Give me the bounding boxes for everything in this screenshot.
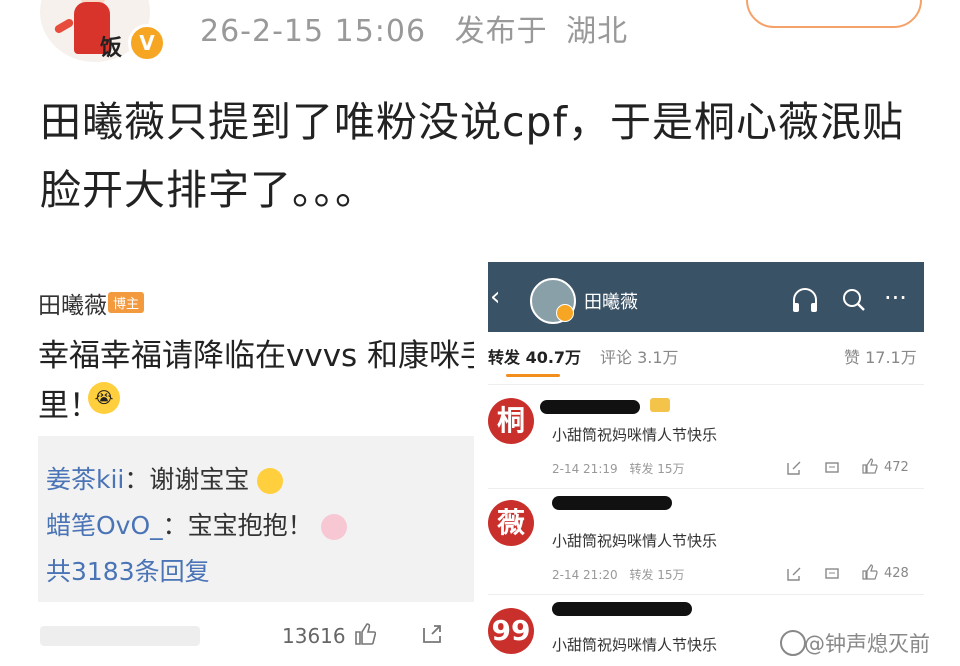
share-icon[interactable] (786, 566, 802, 582)
post-text: 田曦薇只提到了唯粉没说cpf，于是桐心薇泯贴脸开大排字了。。。 (40, 98, 904, 214)
thumbs-up-icon[interactable] (862, 564, 878, 580)
active-tab-indicator (506, 374, 560, 377)
blurred-username (552, 496, 672, 510)
tab-repost[interactable]: 转发 40.7万 (488, 344, 581, 368)
comment-text: 小甜筒祝妈咪情人节快乐 (552, 636, 718, 654)
avatar-caption: 饭 (100, 36, 123, 61)
comment-text-line1: 幸福幸福请降临在vvvs 和康咪手 (38, 338, 474, 374)
crying-emoji-icon: 😭 (88, 382, 120, 414)
thumbs-up-icon[interactable] (354, 622, 376, 646)
comment-repost-count: 转发 15万 (629, 568, 685, 582)
comment-icon[interactable] (824, 566, 840, 582)
listen-icon[interactable] (790, 286, 820, 314)
location-prefix: 发布于 (454, 14, 548, 49)
divider (488, 488, 924, 489)
post-meta: 26-2-15 15:06 发布于 湖北 (200, 6, 628, 50)
tab-likes[interactable]: 赞 17.1万 (844, 344, 917, 368)
author-tag-badge: 博主 (108, 292, 145, 313)
blurred-username (552, 602, 692, 616)
post-location: 湖北 (566, 14, 629, 49)
reply-nick[interactable]: 姜茶kii (46, 465, 124, 494)
blurred-footer-text (40, 626, 200, 646)
comment-avatar[interactable]: 桐 (488, 398, 534, 444)
thumbs-up-icon[interactable] (862, 458, 878, 474)
reply-item[interactable]: 姜茶kii：谢谢宝宝 (46, 460, 284, 496)
comment-time: 2-14 21:20 (552, 568, 618, 582)
post-timestamp: 26-2-15 15:06 (200, 14, 427, 49)
comment-avatar[interactable]: 99 (488, 608, 534, 654)
reply-total-link[interactable]: 共3183条回复 (46, 552, 210, 588)
search-icon[interactable] (840, 286, 868, 314)
comment-meta: 2-14 21:19 转发 15万 (552, 460, 685, 477)
like-count: 428 (884, 566, 909, 581)
reply-text: ：谢谢宝宝 (124, 465, 250, 494)
more-icon[interactable]: ··· (884, 286, 907, 310)
comment-author-name[interactable]: 田曦薇 (38, 286, 107, 320)
blurred-username (540, 400, 640, 414)
divider (488, 594, 924, 595)
follow-button[interactable] (746, 0, 922, 28)
reply-nick[interactable]: 蜡笔OvO_ (46, 511, 163, 540)
crown-badge-icon (650, 398, 670, 412)
hug-emoji-icon (320, 514, 347, 540)
kiss-emoji-icon (257, 468, 284, 494)
comment-text: 小甜筒祝妈咪情人节快乐 (552, 532, 718, 550)
reply-item[interactable]: 蜡笔OvO_：宝宝抱抱！ (46, 506, 347, 542)
comment-icon[interactable] (824, 460, 840, 476)
comment-text: 小甜筒祝妈咪情人节快乐 (552, 426, 718, 444)
comment-meta: 2-14 21:20 转发 15万 (552, 566, 685, 583)
share-icon[interactable] (420, 622, 444, 646)
header-title: 田曦薇 (584, 292, 638, 313)
weibo-logo-icon (780, 630, 806, 656)
like-count: 13616 (282, 624, 346, 648)
comment-repost-count: 转发 15万 (629, 462, 685, 476)
avatar-decoration (53, 17, 75, 35)
share-icon[interactable] (786, 460, 802, 476)
watermark: @钟声熄灭前 (804, 632, 930, 656)
verified-badge-icon (556, 304, 574, 322)
comment-time: 2-14 21:19 (552, 462, 618, 476)
back-arrow-icon[interactable]: ‹ (490, 282, 500, 312)
tab-comments[interactable]: 评论 3.1万 (600, 344, 679, 368)
reply-text: ：宝宝抱抱！ (162, 511, 313, 540)
comment-avatar[interactable]: 薇 (488, 500, 534, 546)
verified-badge-icon: V (128, 24, 166, 62)
like-count: 472 (884, 460, 909, 475)
